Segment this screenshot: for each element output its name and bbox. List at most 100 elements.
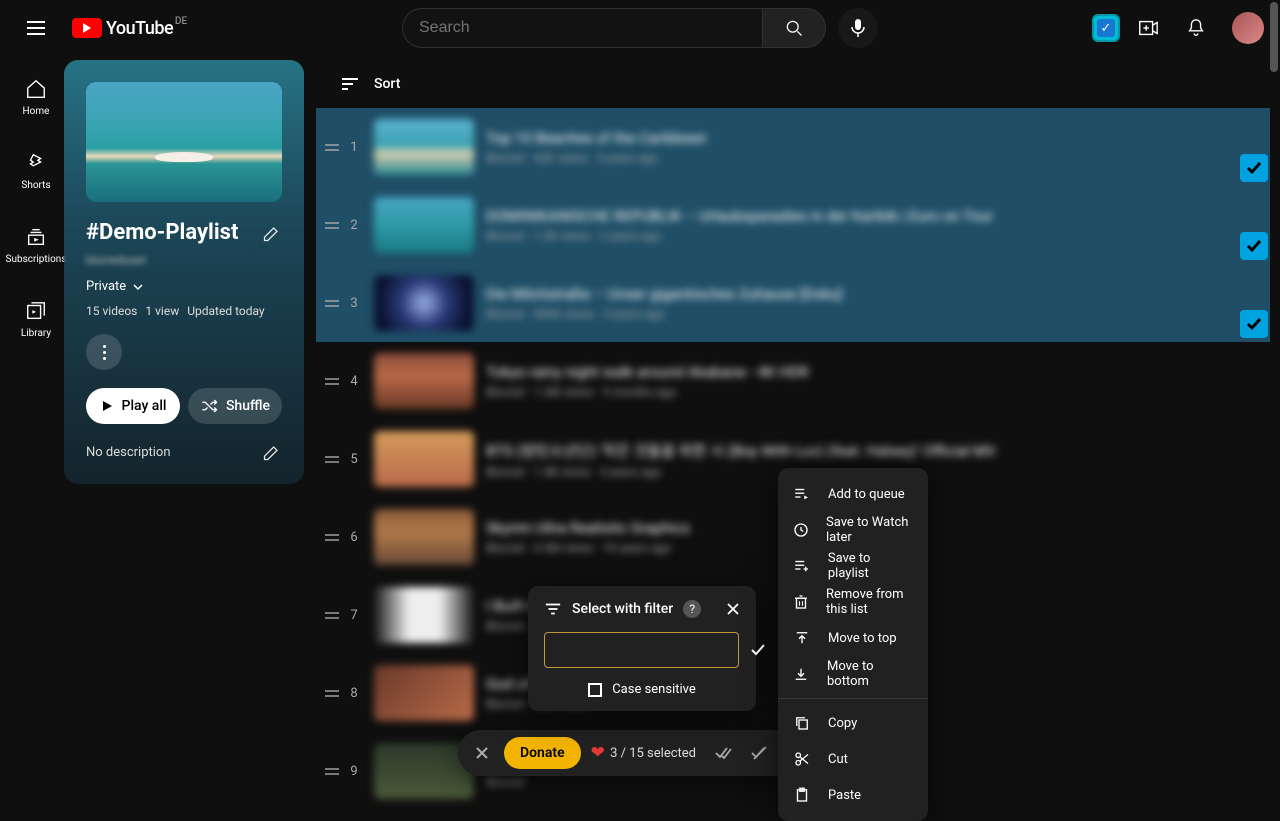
video-thumbnail[interactable]	[374, 431, 474, 487]
video-thumbnail[interactable]	[374, 353, 474, 409]
drag-handle[interactable]	[320, 534, 344, 541]
drag-handle[interactable]	[320, 378, 344, 385]
deselect-button[interactable]	[742, 735, 778, 771]
trash-icon	[792, 593, 810, 611]
search-button[interactable]	[762, 8, 826, 48]
ctx-copy[interactable]: Copy	[778, 705, 928, 741]
search-wrap	[402, 8, 878, 48]
case-sensitive-toggle[interactable]: Case sensitive	[544, 682, 740, 697]
ctx-remove[interactable]: Remove from this list	[778, 584, 928, 620]
video-thumbnail[interactable]	[374, 275, 474, 331]
privacy-label: Private	[86, 279, 126, 294]
subscriptions-icon	[25, 226, 47, 248]
check-icon	[749, 641, 767, 659]
video-index: 4	[344, 374, 364, 389]
extension-badge[interactable]: ✓	[1092, 14, 1120, 42]
video-thumbnail[interactable]	[374, 587, 474, 643]
ctx-label: Remove from this list	[826, 587, 914, 617]
video-index: 7	[344, 608, 364, 623]
shuffle-button[interactable]: Shuffle	[188, 388, 282, 424]
queue-icon	[793, 485, 811, 503]
play-icon	[100, 399, 114, 413]
video-title: Top 10 Beaches of the Caribbean	[486, 129, 1256, 147]
edit-title-button[interactable]	[262, 223, 282, 243]
move-top-icon	[793, 629, 811, 647]
video-thumbnail[interactable]	[374, 119, 474, 175]
voice-search-button[interactable]	[838, 8, 878, 48]
drag-handle[interactable]	[320, 144, 344, 151]
sidenav-library[interactable]: Library	[0, 282, 72, 356]
drag-handle[interactable]	[320, 768, 344, 775]
selection-checkbox[interactable]	[1240, 232, 1268, 260]
ctx-label: Move to top	[828, 631, 897, 646]
filter-input[interactable]	[544, 632, 739, 668]
video-info: Top 10 Beaches of the CaribbeanBlurred ·…	[486, 129, 1256, 165]
sidenav-subscriptions[interactable]: Subscriptions	[0, 208, 72, 282]
search-input[interactable]	[402, 8, 762, 48]
ctx-label: Move to bottom	[827, 659, 914, 689]
ctx-watch-later[interactable]: Save to Watch later	[778, 512, 928, 548]
shorts-icon	[25, 152, 47, 174]
filter-apply-button[interactable]	[749, 641, 767, 659]
video-index: 6	[344, 530, 364, 545]
ctx-label: Save to playlist	[828, 551, 914, 581]
user-avatar[interactable]	[1232, 12, 1264, 44]
video-row[interactable]: 4 Tokyo rainy night walk around Akabane -…	[316, 342, 1270, 420]
edit-description-button[interactable]	[262, 442, 282, 462]
video-row[interactable]: 1Top 10 Beaches of the CaribbeanBlurred …	[316, 108, 1270, 186]
video-thumbnail[interactable]	[374, 197, 474, 253]
sidenav-shorts[interactable]: Shorts	[0, 134, 72, 208]
selection-checkbox[interactable]	[1240, 154, 1268, 182]
ctx-cut[interactable]: Cut	[778, 741, 928, 777]
video-title: BTS (방탄소년단) '작은 것들을 위한 시 (Boy With Luv) …	[486, 440, 1256, 461]
notifications-button[interactable]	[1176, 8, 1216, 48]
video-info: DOMINIKANISCHE REPUBLIK – Urlaubsparadie…	[486, 207, 1256, 243]
close-icon	[475, 746, 489, 760]
hamburger-menu-button[interactable]	[16, 8, 56, 48]
ctx-move-top[interactable]: Move to top	[778, 620, 928, 656]
sidenav-label: Home	[23, 106, 50, 117]
donate-button[interactable]: Donate	[504, 737, 581, 769]
playlist-more-button[interactable]	[86, 334, 122, 370]
filter-help-button[interactable]: ?	[683, 600, 701, 618]
chevron-down-icon	[132, 281, 144, 293]
selection-bottom-bar: Donate ❤ 3 / 15 selected	[458, 730, 822, 776]
playlist-thumbnail[interactable]	[86, 82, 282, 202]
sidenav-home[interactable]: Home	[0, 60, 72, 134]
video-thumbnail[interactable]	[374, 509, 474, 565]
privacy-dropdown[interactable]: Private	[86, 279, 282, 294]
create-button[interactable]	[1128, 8, 1168, 48]
ctx-label: Add to queue	[828, 487, 905, 502]
ctx-label: Save to Watch later	[826, 515, 914, 545]
video-title: Tokyo rainy night walk around Akabane - …	[486, 363, 1256, 381]
playlist-owner[interactable]: blurreduser	[86, 253, 282, 267]
video-info: Die Milchstraße – Unser gigantisches Zuh…	[486, 285, 1256, 321]
play-all-button[interactable]: Play all	[86, 388, 180, 424]
video-meta: Blurred · 1.2M views · 9 months ago	[486, 385, 1256, 399]
youtube-logo[interactable]: YouTube DE	[72, 18, 173, 39]
selection-close-button[interactable]	[462, 733, 502, 773]
top-actions: ✓	[1092, 8, 1264, 48]
sort-button[interactable]: Sort	[316, 60, 1270, 108]
heart-icon[interactable]: ❤	[591, 743, 605, 763]
clock-icon	[792, 521, 810, 539]
drag-handle[interactable]	[320, 300, 344, 307]
drag-handle[interactable]	[320, 222, 344, 229]
ctx-paste[interactable]: Paste	[778, 777, 928, 813]
scrollbar-thumb[interactable]	[1270, 2, 1278, 72]
selection-checkbox[interactable]	[1240, 310, 1268, 338]
video-thumbnail[interactable]	[374, 665, 474, 721]
shuffle-label: Shuffle	[226, 398, 270, 414]
ctx-move-bottom[interactable]: Move to bottom	[778, 656, 928, 692]
drag-handle[interactable]	[320, 690, 344, 697]
drag-handle[interactable]	[320, 612, 344, 619]
ctx-save-playlist[interactable]: Save to playlist	[778, 548, 928, 584]
video-row[interactable]: 3Die Milchstraße – Unser gigantisches Zu…	[316, 264, 1270, 342]
ctx-add-to-queue[interactable]: Add to queue	[778, 476, 928, 512]
scrollbar[interactable]	[1270, 0, 1280, 800]
filter-close-button[interactable]	[726, 602, 740, 616]
play-all-label: Play all	[122, 398, 167, 414]
drag-handle[interactable]	[320, 456, 344, 463]
select-all-button[interactable]	[706, 735, 742, 771]
video-row[interactable]: 2DOMINIKANISCHE REPUBLIK – Urlaubsparadi…	[316, 186, 1270, 264]
